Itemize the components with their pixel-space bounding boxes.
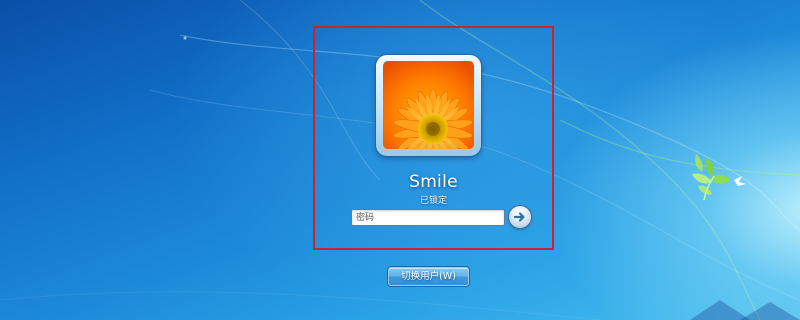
arrow-right-icon	[513, 212, 525, 222]
submit-button[interactable]	[509, 206, 531, 228]
password-input[interactable]	[351, 209, 505, 226]
switch-user-button[interactable]: 切换用户(W)	[388, 267, 469, 286]
avatar-image	[383, 61, 474, 149]
username-label: Smile	[409, 172, 458, 192]
lock-status-label: 已锁定	[419, 196, 447, 206]
user-avatar	[376, 55, 481, 156]
windows-flag-logo	[684, 150, 754, 214]
